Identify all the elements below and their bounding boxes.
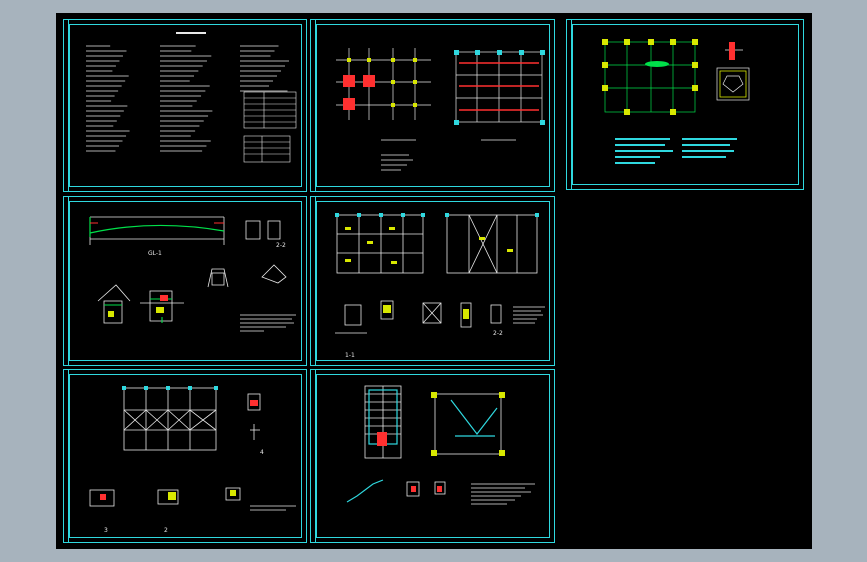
section-2-2-label: 2-2 — [276, 242, 286, 249]
foundation-plan-drawing — [336, 48, 545, 171]
design-notes-drawing — [86, 32, 297, 163]
stair-detail-drawing — [346, 385, 535, 505]
foundation-detail-drawing — [602, 39, 750, 164]
section-2-label: 2 — [164, 527, 168, 534]
sheet-roof-truss[interactable]: 3 2 4 — [63, 369, 307, 543]
sheet-floor-framing[interactable]: 1-1 2-2 — [310, 196, 555, 366]
floor-framing-drawing: 1-1 2-2 — [335, 213, 545, 359]
drawing-canvas[interactable]: GL-1 2-2 1-1 2-2 3 2 4 — [56, 13, 812, 549]
beam-elevation-drawing: GL-1 2-2 — [89, 216, 296, 332]
sheet-foundation-plan[interactable] — [310, 19, 555, 192]
section-3-label: 3 — [104, 527, 108, 534]
sheet-stair-detail[interactable] — [310, 369, 555, 543]
frame-section-label: 2-2 — [493, 330, 503, 337]
roof-truss-drawing: 3 2 4 — [89, 386, 296, 534]
stair-section-label: 1-1 — [345, 352, 355, 359]
beam-mark-label: GL-1 — [148, 250, 162, 257]
section-4-label: 4 — [260, 449, 264, 456]
sheet-foundation-detail[interactable] — [566, 19, 804, 190]
sheet-design-notes[interactable] — [63, 19, 307, 192]
sheet-beam-elevation[interactable]: GL-1 2-2 — [63, 196, 307, 366]
